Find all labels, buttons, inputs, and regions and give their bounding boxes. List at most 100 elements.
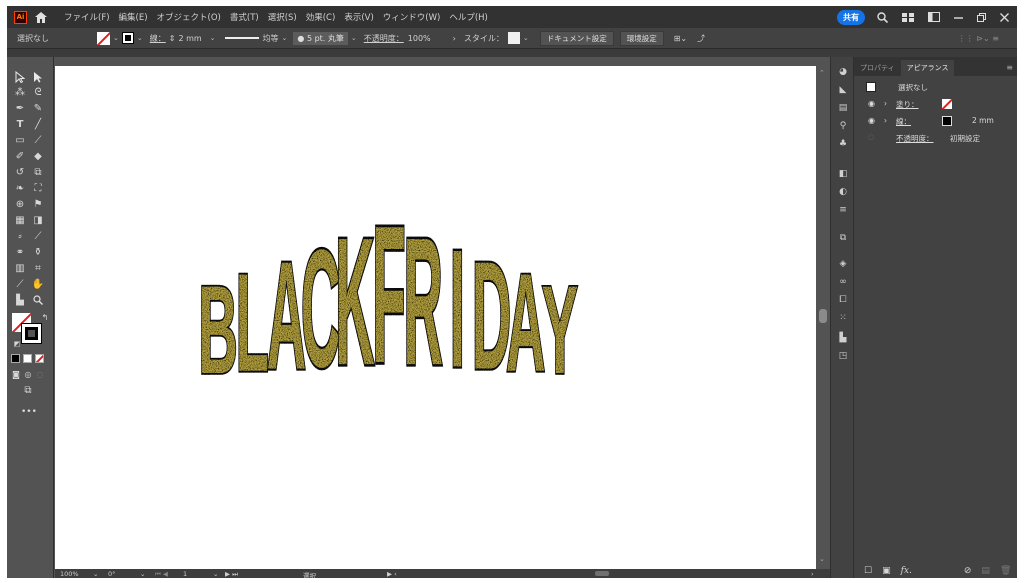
document-setup-button[interactable]: ドキュメント設定 — [539, 30, 614, 46]
style-dropdown-icon[interactable]: ⌄ — [523, 34, 529, 42]
appearance-fill-swatch[interactable] — [942, 99, 952, 109]
opacity-label[interactable]: 不透明度： — [364, 33, 404, 44]
paintbrush-icon[interactable]: ⟋ — [31, 135, 45, 147]
menu-type[interactable]: 書式(T) — [230, 11, 259, 23]
artboard-dropdown-icon[interactable]: ⌄ — [213, 570, 218, 578]
selection-tool-icon[interactable] — [13, 70, 27, 84]
preferences-button[interactable]: 環境設定 — [619, 30, 664, 46]
gradient-tool-icon[interactable]: ◨ — [31, 215, 45, 227]
tab-properties[interactable]: プロパティ — [854, 60, 901, 76]
vertical-scrollbar[interactable]: ⌃ ⌄ — [816, 57, 830, 569]
transform-icon[interactable]: ⁙ — [837, 313, 849, 323]
stroke-visibility-icon[interactable]: ◉ — [868, 116, 875, 125]
menu-object[interactable]: オブジェクト(O) — [157, 11, 221, 23]
fill-visibility-icon[interactable]: ◉ — [868, 99, 875, 108]
measure-tool-icon[interactable]: ⟋ — [31, 231, 45, 243]
appearance-panel-icon[interactable]: ⧉ — [837, 233, 849, 243]
share-button[interactable]: 共有 — [837, 9, 865, 25]
menu-effect[interactable]: 効果(C) — [306, 11, 336, 23]
color-guide-icon[interactable]: ◣ — [837, 85, 849, 95]
direct-selection-tool-icon[interactable] — [31, 71, 45, 83]
symbol-sprayer-icon[interactable]: ⚱ — [31, 247, 45, 259]
menu-help[interactable]: ヘルプ(H) — [449, 11, 488, 23]
style-swatch[interactable] — [507, 32, 520, 44]
menu-edit[interactable]: 編集(E) — [119, 11, 148, 23]
pen-tool-icon[interactable]: ✒ — [13, 103, 27, 115]
brush-field[interactable]: ● 5 pt. 丸筆 — [293, 31, 348, 45]
appearance-opacity-label[interactable]: 不透明度： — [896, 133, 934, 144]
menu-select[interactable]: 選択(S) — [268, 11, 297, 23]
brush-dropdown-icon[interactable]: ⌄ — [351, 34, 357, 42]
opacity-expand-icon[interactable]: › — [453, 34, 456, 43]
gradient-panel-icon[interactable]: ◐ — [837, 187, 849, 197]
panel-toggle-icon[interactable]: ⋮⋮ ⊳⌄ ≡ — [958, 34, 999, 43]
gradient-mode[interactable] — [23, 354, 32, 363]
stroke-color-swatch[interactable] — [21, 323, 42, 344]
swap-fill-stroke-icon[interactable]: ↰ — [38, 312, 52, 324]
free-transform-icon[interactable]: ⛶ — [31, 183, 45, 195]
curvature-tool-icon[interactable]: ✎ — [31, 103, 45, 115]
stroke-stepper-icon[interactable]: ⇕ — [169, 34, 176, 43]
stroke-panel-icon[interactable]: ◧ — [837, 169, 849, 179]
fill-dropdown-icon[interactable]: ⌄ — [113, 34, 119, 42]
artboard-tool-icon[interactable]: ⌗ — [31, 263, 45, 275]
shape-builder-icon[interactable]: ⊕ — [13, 199, 27, 211]
stroke-dropdown-icon[interactable]: ⌄ — [137, 34, 143, 42]
scale-tool-icon[interactable]: ⧉ — [31, 167, 45, 179]
column-graph-icon[interactable]: ▥ — [13, 263, 27, 275]
swatches-icon[interactable]: ▤ — [837, 103, 849, 113]
menu-window[interactable]: ウィンドウ(W) — [383, 11, 441, 23]
appearance-stroke-row[interactable]: ◉ › 線： 2 mm — [854, 113, 1017, 129]
draw-inside-icon[interactable]: ◌ — [33, 369, 47, 381]
layers-icon[interactable]: ◈ — [837, 259, 849, 269]
symbols-icon[interactable]: ♣ — [837, 139, 849, 149]
arrange-icon[interactable]: ⊞⌄ — [674, 34, 687, 43]
screen-mode-icon[interactable]: ⧉ — [21, 385, 35, 397]
warp-tool-icon[interactable]: ❧ — [13, 183, 27, 195]
next-artboard-icon[interactable]: ▶ ⏭ — [225, 570, 238, 578]
align-icon[interactable]: ▙ — [837, 333, 849, 343]
slice-tool-icon[interactable]: ⟋ — [13, 279, 27, 291]
lasso-icon[interactable]: ᘓ — [31, 87, 45, 99]
tab-appearance[interactable]: アピアランス — [900, 60, 955, 76]
add-new-stroke-icon[interactable]: ☐ — [864, 566, 872, 576]
workspace-grid-icon[interactable] — [902, 12, 914, 22]
delete-item-icon[interactable]: 🗑 — [1000, 566, 1011, 576]
default-colors-icon[interactable]: ◩ — [10, 338, 24, 350]
appearance-fill-row[interactable]: ◉ › 塗り： — [854, 96, 1017, 112]
eraser-icon[interactable]: ◆ — [31, 151, 45, 163]
live-paint-icon[interactable]: ⚑ — [31, 199, 45, 211]
home-icon[interactable] — [34, 10, 48, 24]
type-tool-icon[interactable]: T — [13, 119, 27, 131]
stroke-weight-value[interactable]: 2 mm — [178, 34, 201, 43]
rectangle-tool-icon[interactable]: ▭ — [13, 135, 27, 147]
blackfriday-artwork[interactable]: BLACKFR I DAY — [55, 66, 816, 569]
appearance-stroke-label[interactable]: 線： — [896, 116, 911, 127]
color-panel-icon[interactable]: ◕ — [837, 67, 849, 77]
panel-menu-icon[interactable]: ≡ — [1006, 63, 1013, 72]
share-export-icon[interactable]: ⤴ — [697, 33, 705, 44]
scroll-down-arrow[interactable]: ⌄ — [819, 555, 825, 563]
menu-view[interactable]: 表示(V) — [344, 11, 373, 23]
fill-expand-icon[interactable]: › — [884, 99, 887, 108]
hscroll-thumb[interactable] — [595, 571, 609, 576]
duplicate-item-icon[interactable]: ▤ — [981, 566, 990, 576]
rotation-value[interactable]: 0° — [108, 570, 115, 578]
status-expand-icon[interactable]: ▶ ‹ — [387, 570, 397, 578]
artboards-icon[interactable]: ⧠ — [837, 295, 849, 305]
more-tools-icon[interactable]: ••• — [21, 406, 37, 418]
blend-tool-icon[interactable]: ⚭ — [13, 247, 27, 259]
opacity-value[interactable]: 100% — [408, 34, 431, 43]
stroke-profile-label[interactable]: 均等 — [263, 33, 279, 44]
stroke-swatch[interactable] — [121, 32, 134, 44]
hscroll-right-arrow[interactable]: › — [811, 570, 814, 578]
appearance-stroke-value[interactable]: 2 mm — [972, 116, 994, 125]
appearance-opacity-row[interactable]: ◌ 不透明度： 初期設定 — [854, 130, 1017, 146]
scroll-thumb[interactable] — [819, 309, 827, 323]
transparency-icon[interactable]: ≡ — [837, 205, 849, 215]
rotate-tool-icon[interactable]: ↺ — [13, 167, 27, 179]
minimize-icon[interactable] — [954, 13, 963, 22]
line-tool-icon[interactable]: ╱ — [31, 119, 45, 131]
scroll-up-arrow[interactable]: ⌃ — [819, 69, 825, 77]
first-artboard-icon[interactable]: ⏮ ◀ — [155, 570, 168, 578]
